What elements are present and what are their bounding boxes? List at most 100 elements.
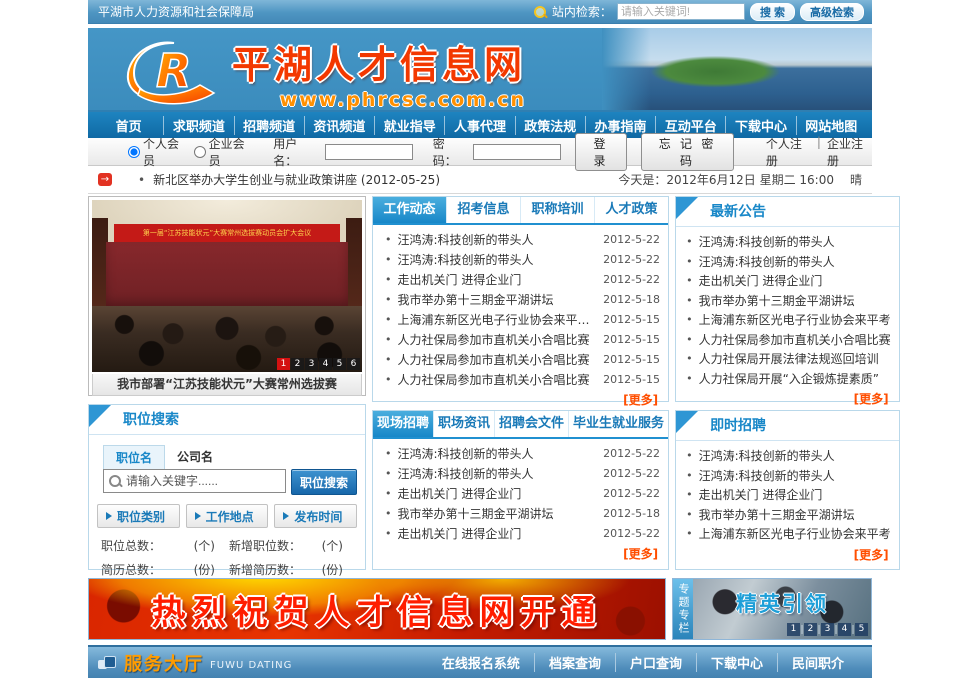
ticker-headline[interactable]: 新北区举办大学生创业与就业政策讲座 (2012-05-25) <box>138 171 440 188</box>
tab-career-news[interactable]: 职场资讯 <box>433 411 494 437</box>
search-button[interactable]: 搜 索 <box>750 3 795 21</box>
more-link[interactable]: [更多] <box>854 548 889 562</box>
special-page-1[interactable]: 1 <box>787 623 800 636</box>
tab-job-name[interactable]: 职位名 <box>103 445 165 469</box>
member-type-company[interactable]: 企业会员 <box>194 135 254 169</box>
special-page-2[interactable]: 2 <box>804 623 817 636</box>
tab-graduate-service[interactable]: 毕业生就业服务 <box>568 411 668 437</box>
list-item[interactable]: 上海浦东新区光电子行业协会来平考 <box>684 524 891 544</box>
keyword-input[interactable] <box>126 474 281 488</box>
list-item[interactable]: 汪鸿涛:科技创新的带头人 <box>684 466 891 486</box>
notice-link[interactable]: 走出机关门 进得企业门 <box>699 272 823 289</box>
photo-slideshow[interactable]: 第一届“江苏技能状元”大赛常州选拔赛动员会扩大会议 1 2 3 4 5 6 我市… <box>88 196 366 396</box>
list-item[interactable]: 我市举办第十三期金平湖讲坛 <box>684 505 891 525</box>
link-archive-query[interactable]: 档案查询 <box>534 653 615 672</box>
tab-title-training[interactable]: 职称培训 <box>520 197 594 223</box>
nav-item-home[interactable]: 首页 <box>94 116 163 135</box>
news-title-link[interactable]: 人力社保局参加市直机关小合唱比赛 <box>398 371 598 388</box>
photo-caption[interactable]: 我市部署“江苏技能状元”大赛常州选拔赛 <box>92 374 362 396</box>
news-title-link[interactable]: 上海浦东新区光电子行业协会来平考察 <box>398 311 598 328</box>
member-type-personal[interactable]: 个人会员 <box>128 135 188 169</box>
advanced-search-button[interactable]: 高级检索 <box>800 3 864 21</box>
company-radio[interactable] <box>194 146 206 158</box>
news-title-link[interactable]: 汪鸿涛:科技创新的带头人 <box>398 445 598 462</box>
filter-job-category[interactable]: 职位类别 <box>97 504 180 528</box>
news-item[interactable]: 汪鸿涛:科技创新的带头人2012-5-22 <box>381 463 660 483</box>
news-item[interactable]: 走出机关门 进得企业门2012-5-22 <box>381 483 660 503</box>
news-title-link[interactable]: 人力社保局参加市直机关小合唱比赛 <box>398 351 598 368</box>
slide-page-3[interactable]: 3 <box>305 358 318 370</box>
notice-link[interactable]: 人力社保局参加市直机关小合唱比赛 <box>699 331 891 348</box>
news-title-link[interactable]: 汪鸿涛:科技创新的带头人 <box>398 465 598 482</box>
news-item[interactable]: 我市举办第十三期金平湖讲坛2012-5-18 <box>381 503 660 523</box>
nav-item-guidance[interactable]: 就业指导 <box>374 116 444 135</box>
news-title-link[interactable]: 我市举办第十三期金平湖讲坛 <box>398 291 598 308</box>
nav-item-policy[interactable]: 政策法规 <box>515 116 585 135</box>
job-search-button[interactable]: 职位搜索 <box>291 469 357 495</box>
personal-register-link[interactable]: 个人注册 <box>766 135 811 169</box>
tab-work-news[interactable]: 工作动态 <box>373 197 446 223</box>
special-page-5[interactable]: 5 <box>855 623 868 636</box>
site-url[interactable]: www.phrcsc.com.cn <box>232 89 526 111</box>
news-item[interactable]: 汪鸿涛:科技创新的带头人2012-5-22 <box>381 443 660 463</box>
celebration-banner[interactable]: 热烈祝贺人才信息网开通 <box>88 578 666 640</box>
notice-link[interactable]: 汪鸿涛:科技创新的带头人 <box>699 253 835 270</box>
site-logo[interactable]: R 平湖人才信息网 www.phrcsc.com.cn <box>126 34 526 111</box>
special-column-banner[interactable]: 专题专栏 精英引领 1| 2| 3| 4| 5 <box>672 578 872 640</box>
list-item[interactable]: 人力社保局开展“入企锻炼提素质” <box>684 369 891 389</box>
recruit-link[interactable]: 汪鸿涛:科技创新的带头人 <box>699 467 835 484</box>
recruit-link[interactable]: 上海浦东新区光电子行业协会来平考 <box>699 525 891 542</box>
notice-link[interactable]: 汪鸿涛:科技创新的带头人 <box>699 233 835 250</box>
list-item[interactable]: 汪鸿涛:科技创新的带头人 <box>684 252 891 272</box>
list-item[interactable]: 汪鸿涛:科技创新的带头人 <box>684 446 891 466</box>
news-item[interactable]: 汪鸿涛:科技创新的带头人2012-5-22 <box>381 249 660 269</box>
special-page-3[interactable]: 3 <box>821 623 834 636</box>
nav-item-hr-agency[interactable]: 人事代理 <box>444 116 514 135</box>
link-download-center[interactable]: 下载中心 <box>696 653 777 672</box>
news-title-link[interactable]: 走出机关门 进得企业门 <box>398 485 598 502</box>
news-title-link[interactable]: 汪鸿涛:科技创新的带头人 <box>398 231 598 248</box>
news-title-link[interactable]: 我市举办第十三期金平湖讲坛 <box>398 505 598 522</box>
recruit-link[interactable]: 汪鸿涛:科技创新的带头人 <box>699 447 835 464</box>
nav-item-affairs[interactable]: 办事指南 <box>585 116 655 135</box>
filter-work-location[interactable]: 工作地点 <box>186 504 269 528</box>
slide-page-6[interactable]: 6 <box>347 358 360 370</box>
link-hukou-query[interactable]: 户口查询 <box>615 653 696 672</box>
notice-link[interactable]: 我市举办第十三期金平湖讲坛 <box>699 292 855 309</box>
nav-item-news[interactable]: 资讯频道 <box>304 116 374 135</box>
link-online-signup[interactable]: 在线报名系统 <box>428 653 534 672</box>
tab-jobfair-files[interactable]: 招聘会文件 <box>494 411 568 437</box>
news-item[interactable]: 汪鸿涛:科技创新的带头人2012-5-22 <box>381 229 660 249</box>
slide-page-2[interactable]: 2 <box>291 358 304 370</box>
list-item[interactable]: 人力社保局开展法律法规巡回培训 <box>684 349 891 369</box>
list-item[interactable]: 上海浦东新区光电子行业协会来平考 <box>684 310 891 330</box>
slide-page-5[interactable]: 5 <box>333 358 346 370</box>
list-item[interactable]: 我市举办第十三期金平湖讲坛 <box>684 291 891 311</box>
list-item[interactable]: 汪鸿涛:科技创新的带头人 <box>684 232 891 252</box>
news-item[interactable]: 人力社保局参加市直机关小合唱比赛2012-5-15 <box>381 349 660 369</box>
nav-item-sitemap[interactable]: 网站地图 <box>796 116 866 135</box>
tab-company-name[interactable]: 公司名 <box>165 445 225 469</box>
tab-talent-policy[interactable]: 人才政策 <box>594 197 668 223</box>
tab-onsite-recruit[interactable]: 现场招聘 <box>373 411 433 437</box>
nav-item-download[interactable]: 下载中心 <box>725 116 795 135</box>
news-item[interactable]: 人力社保局参加市直机关小合唱比赛2012-5-15 <box>381 369 660 389</box>
news-item[interactable]: 上海浦东新区光电子行业协会来平考察2012-5-15 <box>381 309 660 329</box>
link-private-agency[interactable]: 民间职介 <box>777 653 858 672</box>
keyword-search-box[interactable] <box>103 469 286 493</box>
notice-link[interactable]: 人力社保局开展“入企锻炼提素质” <box>699 370 879 387</box>
tab-exam-info[interactable]: 招考信息 <box>446 197 520 223</box>
news-title-link[interactable]: 汪鸿涛:科技创新的带头人 <box>398 251 598 268</box>
company-register-link[interactable]: 企业注册 <box>827 135 872 169</box>
more-link[interactable]: [更多] <box>854 392 889 406</box>
personal-radio[interactable] <box>128 146 140 158</box>
list-item[interactable]: 走出机关门 进得企业门 <box>684 485 891 505</box>
password-input[interactable] <box>473 144 561 160</box>
notice-link[interactable]: 人力社保局开展法律法规巡回培训 <box>699 350 879 367</box>
nav-item-interact[interactable]: 互动平台 <box>655 116 725 135</box>
news-item[interactable]: 人力社保局参加市直机关小合唱比赛2012-5-15 <box>381 329 660 349</box>
special-page-4[interactable]: 4 <box>838 623 851 636</box>
news-title-link[interactable]: 走出机关门 进得企业门 <box>398 271 598 288</box>
username-input[interactable] <box>325 144 413 160</box>
slide-page-1[interactable]: 1 <box>277 358 290 370</box>
